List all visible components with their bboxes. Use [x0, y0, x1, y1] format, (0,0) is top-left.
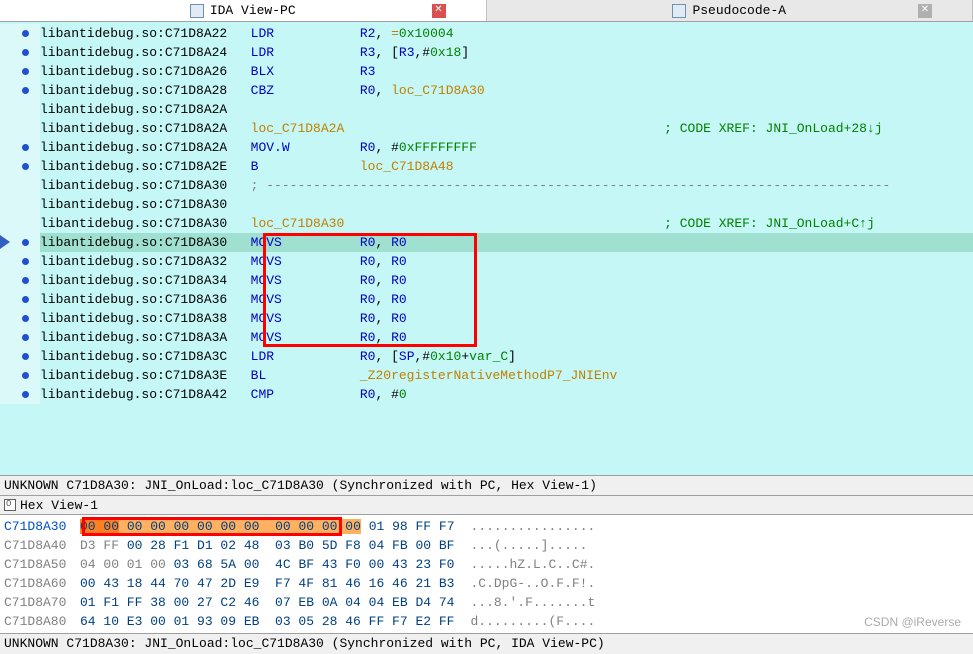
- disasm-line[interactable]: libantidebug.so:C71D8A26 BLX R3: [0, 62, 973, 81]
- tab-pseudocode[interactable]: Pseudocode-A ✕: [487, 0, 973, 21]
- disassembly-panel: IDA View-PC ✕ Pseudocode-A ✕ libantidebu…: [0, 0, 973, 496]
- status-bar-bottom: UNKNOWN C71D8A30: JNI_OnLoad:loc_C71D8A3…: [0, 633, 973, 653]
- hex-tab-title[interactable]: Hex View-1: [20, 498, 98, 513]
- disasm-line[interactable]: libantidebug.so:C71D8A32 MOVS R0, R0: [0, 252, 973, 271]
- close-icon[interactable]: ✕: [918, 4, 932, 18]
- hex-line[interactable]: C71D8A40D3 FF 00 28 F1 D1 02 48 03 B0 5D…: [0, 536, 973, 555]
- disasm-line[interactable]: libantidebug.so:C71D8A24 LDR R3, [R3,#0x…: [0, 43, 973, 62]
- disasm-line[interactable]: libantidebug.so:C71D8A2E B loc_C71D8A48: [0, 157, 973, 176]
- watermark: CSDN @iReverse: [864, 615, 961, 629]
- disasm-line[interactable]: libantidebug.so:C71D8A30 ; -------------…: [0, 176, 973, 195]
- disasm-line[interactable]: libantidebug.so:C71D8A2A MOV.W R0, #0xFF…: [0, 138, 973, 157]
- hex-panel: Hex View-1 C71D8A3000 00 00 00 00 00 00 …: [0, 496, 973, 653]
- disasm-line[interactable]: libantidebug.so:C71D8A38 MOVS R0, R0: [0, 309, 973, 328]
- tab-icon: [672, 4, 686, 18]
- disasm-line[interactable]: libantidebug.so:C71D8A42 CMP R0, #0: [0, 385, 973, 404]
- disasm-line[interactable]: libantidebug.so:C71D8A2A: [0, 100, 973, 119]
- tab-bar: IDA View-PC ✕ Pseudocode-A ✕: [0, 0, 973, 22]
- disasm-line[interactable]: libantidebug.so:C71D8A30 MOVS R0, R0: [0, 233, 973, 252]
- tab-ida-view[interactable]: IDA View-PC ✕: [0, 0, 487, 21]
- status-bar-top: UNKNOWN C71D8A30: JNI_OnLoad:loc_C71D8A3…: [0, 475, 973, 495]
- hex-tab-bar: Hex View-1: [0, 496, 973, 515]
- disasm-line[interactable]: libantidebug.so:C71D8A30 loc_C71D8A30 ; …: [0, 214, 973, 233]
- disasm-line[interactable]: libantidebug.so:C71D8A36 MOVS R0, R0: [0, 290, 973, 309]
- hex-icon: [4, 499, 16, 511]
- hex-line[interactable]: C71D8A3000 00 00 00 00 00 00 00 00 00 00…: [0, 517, 973, 536]
- hex-line[interactable]: C71D8A6000 43 18 44 70 47 2D E9 F7 4F 81…: [0, 574, 973, 593]
- tab-icon: [190, 4, 204, 18]
- disasm-line[interactable]: libantidebug.so:C71D8A3A MOVS R0, R0: [0, 328, 973, 347]
- disasm-line[interactable]: libantidebug.so:C71D8A3E BL _Z20register…: [0, 366, 973, 385]
- disasm-line[interactable]: libantidebug.so:C71D8A30: [0, 195, 973, 214]
- disasm-line[interactable]: libantidebug.so:C71D8A28 CBZ R0, loc_C71…: [0, 81, 973, 100]
- hex-listing[interactable]: C71D8A3000 00 00 00 00 00 00 00 00 00 00…: [0, 515, 973, 633]
- hex-line[interactable]: C71D8A5004 00 01 00 03 68 5A 00 4C BF 43…: [0, 555, 973, 574]
- tab-title: Pseudocode-A: [692, 3, 786, 18]
- hex-line[interactable]: C71D8A8064 10 E3 00 01 93 09 EB 03 05 28…: [0, 612, 973, 631]
- tab-title: IDA View-PC: [210, 3, 296, 18]
- disasm-line[interactable]: libantidebug.so:C71D8A2A loc_C71D8A2A ; …: [0, 119, 973, 138]
- disassembly-listing[interactable]: libantidebug.so:C71D8A22 LDR R2, =0x1000…: [0, 22, 973, 475]
- disasm-line[interactable]: libantidebug.so:C71D8A3C LDR R0, [SP,#0x…: [0, 347, 973, 366]
- hex-line[interactable]: C71D8A7001 F1 FF 38 00 27 C2 46 07 EB 0A…: [0, 593, 973, 612]
- close-icon[interactable]: ✕: [432, 4, 446, 18]
- disasm-line[interactable]: libantidebug.so:C71D8A22 LDR R2, =0x1000…: [0, 24, 973, 43]
- disasm-line[interactable]: libantidebug.so:C71D8A34 MOVS R0, R0: [0, 271, 973, 290]
